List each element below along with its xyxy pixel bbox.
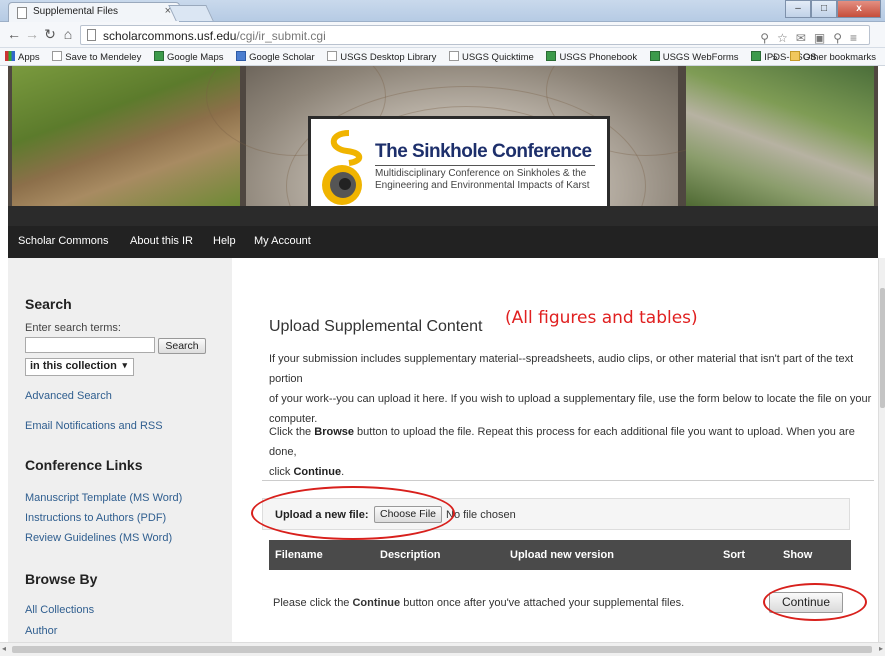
- logo-divider: [375, 165, 595, 166]
- home-icon[interactable]: ⌂: [60, 26, 76, 42]
- search-button[interactable]: Search: [158, 338, 206, 354]
- browser-toolbar: ← → ↻ ⌂ scholarcommons.usf.edu/cgi/ir_su…: [0, 22, 885, 48]
- sidebar: Search Enter search terms: Search in thi…: [8, 258, 232, 642]
- search-heading: Search: [25, 296, 72, 312]
- address-bar[interactable]: scholarcommons.usf.edu/cgi/ir_submit.cgi…: [80, 25, 870, 45]
- bookmark-usgs-quicktime[interactable]: USGS Quicktime: [444, 48, 539, 63]
- url-path: /cgi/ir_submit.cgi: [236, 29, 326, 43]
- search-label: Enter search terms:: [25, 322, 121, 334]
- forward-icon[interactable]: →: [24, 26, 40, 42]
- bookmark-usgs-phonebook[interactable]: USGS Phonebook: [541, 48, 642, 63]
- author-link[interactable]: Author: [25, 625, 57, 637]
- browser-titlebar: Supplemental Files × – □ x: [0, 0, 885, 22]
- vertical-scrollbar[interactable]: [878, 258, 885, 642]
- nav-about-ir[interactable]: About this IR: [130, 235, 193, 247]
- nav-my-account[interactable]: My Account: [254, 235, 311, 247]
- close-window-button[interactable]: x: [837, 0, 881, 18]
- new-tab-button[interactable]: [168, 5, 214, 21]
- reload-icon[interactable]: ↻: [42, 26, 58, 43]
- folder-icon: [790, 51, 801, 61]
- page-icon: [327, 51, 338, 61]
- instructions-paragraph: Click the Browse button to upload the fi…: [269, 426, 855, 478]
- email-notifications-link[interactable]: Email Notifications and RSS: [25, 420, 163, 432]
- top-navigation: Scholar Commons About this IR Help My Ac…: [8, 226, 878, 258]
- usgs-icon: [751, 51, 762, 61]
- all-collections-link[interactable]: All Collections: [25, 604, 94, 616]
- sinkhole-logo-icon: [322, 130, 363, 205]
- bookmark-mendeley[interactable]: Save to Mendeley: [47, 48, 146, 63]
- bookmarks-bar: Apps Save to Mendeley Google Maps Google…: [0, 48, 885, 66]
- scroll-right-icon[interactable]: ▸: [879, 644, 883, 653]
- chevron-down-icon: ▾: [122, 360, 127, 370]
- bookmarks-overflow[interactable]: »: [767, 49, 782, 63]
- logo-subtitle: Multidisciplinary Conference on Sinkhole…: [375, 168, 590, 191]
- logo-title: The Sinkhole Conference: [375, 141, 592, 162]
- divider: [262, 480, 874, 481]
- bookmark-google-scholar[interactable]: Google Scholar: [231, 48, 319, 63]
- horizontal-scroll-thumb[interactable]: [12, 646, 872, 653]
- col-sort: Sort: [723, 549, 745, 561]
- maximize-button[interactable]: □: [811, 0, 837, 18]
- files-table-header: Filename Description Upload new version …: [269, 540, 851, 570]
- url-host: scholarcommons.usf.edu: [103, 29, 237, 43]
- main-content: Upload Supplemental Content (All figures…: [232, 258, 878, 642]
- sinkhole-photo-left: [12, 66, 240, 206]
- back-icon[interactable]: ←: [6, 26, 22, 42]
- conference-logo[interactable]: The Sinkhole Conference Multidisciplinar…: [308, 116, 610, 220]
- browse-by-heading: Browse By: [25, 571, 98, 587]
- search-scope-select[interactable]: in this collection ▾: [25, 358, 134, 376]
- bookmark-apps[interactable]: Apps: [0, 48, 45, 63]
- scholar-icon: [236, 51, 247, 61]
- review-guidelines-link[interactable]: Review Guidelines (MS Word): [25, 532, 172, 544]
- usgs-icon: [546, 51, 557, 61]
- highlight-ellipse-continue: [763, 583, 867, 621]
- no-file-chosen-text: No file chosen: [446, 509, 516, 521]
- page-icon: [449, 51, 459, 61]
- search-input[interactable]: [25, 337, 155, 353]
- bookmark-usgs-webforms[interactable]: USGS WebForms: [645, 48, 744, 63]
- col-description: Description: [380, 549, 441, 561]
- col-filename: Filename: [275, 549, 323, 561]
- bookmark-usgs-desktop-library[interactable]: USGS Desktop Library: [322, 48, 441, 63]
- maps-icon: [153, 51, 164, 61]
- intro-paragraph: If your submission includes supplementar…: [269, 353, 872, 425]
- col-show: Show: [783, 549, 813, 561]
- conference-banner: The Sinkhole Conference Multidisciplinar…: [8, 66, 878, 226]
- conference-links-heading: Conference Links: [25, 457, 143, 473]
- advanced-search-link[interactable]: Advanced Search: [25, 390, 112, 402]
- usgs-icon: [649, 51, 660, 61]
- page-icon: [17, 7, 27, 19]
- minimize-button[interactable]: –: [785, 0, 811, 18]
- stream-photo-right: [686, 66, 874, 206]
- tab-title: Supplemental Files: [33, 6, 119, 17]
- horizontal-scrollbar[interactable]: ◂ ▸: [0, 642, 885, 656]
- instructions-authors-link[interactable]: Instructions to Authors (PDF): [25, 512, 166, 524]
- nav-help[interactable]: Help: [213, 235, 236, 247]
- vertical-scroll-thumb[interactable]: [880, 288, 885, 408]
- page-title: Upload Supplemental Content: [269, 318, 483, 335]
- scroll-left-icon[interactable]: ◂: [2, 644, 6, 653]
- apps-icon: [5, 51, 15, 61]
- extension-icons[interactable]: ⚲☆✉▣⚲≡: [760, 31, 865, 45]
- continue-instruction: Please click the Continue button once af…: [273, 597, 685, 609]
- bookmark-google-maps[interactable]: Google Maps: [149, 48, 229, 63]
- page-icon: [52, 51, 63, 61]
- annotation-text: (All figures and tables): [505, 308, 698, 328]
- page-icon: [87, 29, 96, 41]
- col-upload-new-version: Upload new version: [510, 549, 614, 561]
- highlight-ellipse-upload: [251, 486, 455, 540]
- browser-tab[interactable]: Supplemental Files ×: [8, 2, 180, 22]
- nav-scholar-commons[interactable]: Scholar Commons: [18, 235, 108, 247]
- other-bookmarks[interactable]: Other bookmarks: [785, 48, 881, 63]
- window-controls: – □ x: [785, 0, 881, 18]
- manuscript-template-link[interactable]: Manuscript Template (MS Word): [25, 492, 182, 504]
- banner-bottom-strip: [8, 206, 878, 226]
